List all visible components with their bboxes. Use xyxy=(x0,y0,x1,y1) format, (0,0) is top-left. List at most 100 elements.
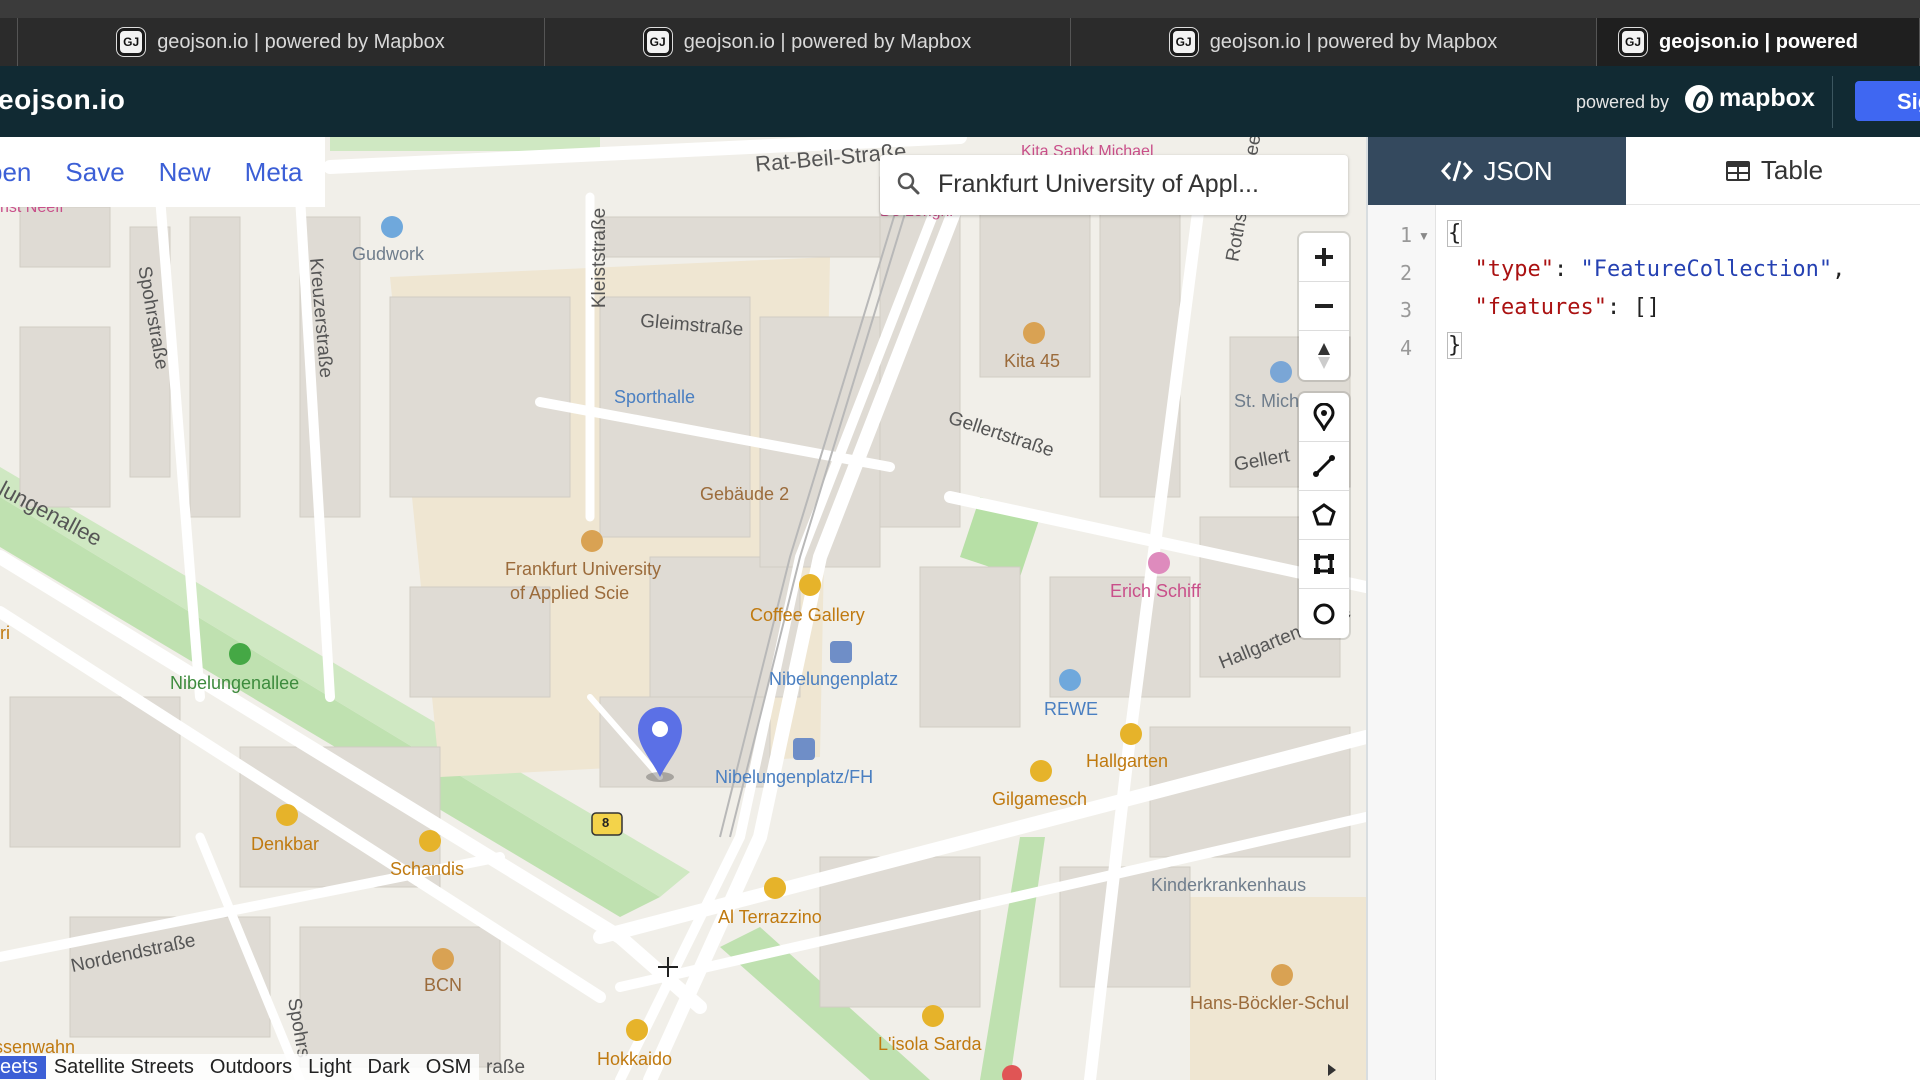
tab-json[interactable]: JSON xyxy=(1368,137,1626,205)
tab-json-label: JSON xyxy=(1483,155,1553,186)
json-value: [] xyxy=(1633,295,1660,320)
sign-in-button[interactable]: Sign xyxy=(1855,81,1920,121)
line-number: 1 xyxy=(1399,223,1412,247)
basemap-style-switcher: eets Satellite Streets Outdoors Light Da… xyxy=(0,1054,480,1080)
geojson-favicon-icon: GJ xyxy=(1619,28,1647,56)
tab-title: geojson.io | powered by Mapbox xyxy=(1209,30,1498,53)
line-number: 2 xyxy=(1399,261,1412,285)
zoom-in-button[interactable] xyxy=(1299,233,1349,282)
street-label: Kleiststraße xyxy=(589,207,611,309)
mapbox-logo[interactable]: mapbox xyxy=(1685,84,1815,113)
marker-icon xyxy=(1313,403,1335,431)
tab-title: geojson.io | powered xyxy=(1659,30,1858,53)
mapbox-wordmark: mapbox xyxy=(1719,84,1815,112)
map-label: Sporthalle xyxy=(614,387,696,407)
line-number-gutter: 1 ▼ 2 3 4 xyxy=(1368,205,1436,1080)
json-key: "type" xyxy=(1474,257,1554,282)
map-label: Gudwork xyxy=(352,244,425,264)
collapse-arrow-icon[interactable] xyxy=(1326,1063,1338,1077)
map-label: Gilgamesch xyxy=(992,789,1088,809)
map-label: Gebäude 2 xyxy=(700,484,790,504)
browser-tab-strip: GJ geojson.io | powered by Mapbox GJ geo… xyxy=(0,0,1920,66)
style-dark[interactable]: Dark xyxy=(360,1056,418,1079)
open-menu-item[interactable]: pen xyxy=(0,157,31,188)
tab-table[interactable]: Table xyxy=(1626,137,1920,205)
map-label: St. Mich xyxy=(1234,391,1300,411)
tabstrip-top xyxy=(0,0,1920,18)
fold-arrow-icon[interactable]: ▼ xyxy=(1418,229,1430,243)
draw-rectangle-button[interactable] xyxy=(1299,540,1349,589)
map-label: Erich Schiff xyxy=(1110,581,1201,601)
code-icon xyxy=(1441,160,1474,182)
map-label: Coffee Gallery xyxy=(750,605,865,625)
browser-tab-3[interactable]: GJ geojson.io | powered by Mapbox xyxy=(1071,18,1597,66)
zoom-controls xyxy=(1299,233,1349,380)
meta-menu-item[interactable]: Meta xyxy=(245,157,303,188)
table-icon xyxy=(1725,160,1750,181)
code-line-4[interactable]: } xyxy=(1446,332,1463,359)
search-input[interactable] xyxy=(938,164,1328,204)
browser-tab-1[interactable]: GJ geojson.io | powered by Mapbox xyxy=(18,18,545,66)
draw-marker-button[interactable] xyxy=(1299,393,1349,442)
map-label: BCN xyxy=(424,975,463,995)
map-label: REWE xyxy=(1044,699,1098,719)
powered-by-label: powered by xyxy=(1576,92,1670,112)
minus-icon xyxy=(1315,304,1333,308)
tab-title: geojson.io | powered by Mapbox xyxy=(157,30,445,53)
close-brace: } xyxy=(1446,332,1463,359)
style-satellite-streets[interactable]: Satellite Streets xyxy=(46,1056,202,1079)
zoom-out-button[interactable] xyxy=(1299,282,1349,331)
line-number: 4 xyxy=(1399,336,1412,360)
map-label: Nibelungenplatz xyxy=(769,669,899,689)
style-streets[interactable]: eets xyxy=(0,1055,46,1079)
code-line-1[interactable]: { xyxy=(1446,220,1463,247)
style-osm[interactable]: OSM xyxy=(418,1056,480,1079)
draw-toolbar xyxy=(1299,393,1349,638)
style-outdoors[interactable]: Outdoors xyxy=(202,1056,300,1079)
code-line-2[interactable]: "type": "FeatureCollection", xyxy=(1448,257,1846,282)
geocoder-search xyxy=(880,155,1348,215)
tab-partial[interactable] xyxy=(0,18,18,66)
editor-panel: JSON Table 1 ▼ 2 3 4 { "type": "FeatureC… xyxy=(1366,137,1920,1080)
geojson-favicon-icon: GJ xyxy=(1169,28,1198,56)
map-label: Hans-Böckler-Schul xyxy=(1190,993,1350,1013)
tab-table-label: Table xyxy=(1760,155,1824,185)
compass-icon xyxy=(1318,342,1330,369)
route-shield: 8 xyxy=(602,815,610,830)
json-value: "FeatureCollection" xyxy=(1580,257,1833,282)
map-label: Hokkaido xyxy=(597,1049,673,1069)
map-label: Denkbar xyxy=(251,834,320,854)
compass-button[interactable] xyxy=(1299,331,1349,380)
plus-icon xyxy=(1315,248,1333,266)
browser-tab-active[interactable]: GJ geojson.io | powered xyxy=(1597,18,1920,66)
map-label: of Applied Scie xyxy=(510,583,630,603)
mapbox-mark-icon xyxy=(1685,84,1713,113)
map-canvas[interactable]: nst Neeff Gudwork Rat-Beil-Straße Kita S… xyxy=(0,137,1366,1080)
map-label: Al Terrazzino xyxy=(718,907,822,927)
draw-circle-button[interactable] xyxy=(1299,589,1349,638)
line-icon xyxy=(1313,455,1335,477)
circle-icon xyxy=(1313,603,1335,624)
map-label: Hallgarten xyxy=(1086,751,1169,771)
style-light[interactable]: Light xyxy=(300,1056,359,1079)
polygon-icon xyxy=(1312,503,1336,526)
browser-tab-2[interactable]: GJ geojson.io | powered by Mapbox xyxy=(545,18,1071,66)
draw-polygon-button[interactable] xyxy=(1299,491,1349,540)
map-base-layer xyxy=(0,137,1366,1080)
draw-line-button[interactable] xyxy=(1299,442,1349,491)
street-label: raße xyxy=(486,1057,526,1078)
geojson-favicon-icon: GJ xyxy=(643,28,672,56)
code-line-3[interactable]: "features": [] xyxy=(1448,295,1660,320)
app-header: eojson.io powered by mapbox Sign xyxy=(0,66,1920,137)
map-label: ri xyxy=(0,623,10,643)
map-label: L'isola Sarda xyxy=(878,1034,982,1054)
map-label: Frankfurt University xyxy=(505,559,662,579)
file-menu: pen Save New Meta xyxy=(0,137,325,207)
new-menu-item[interactable]: New xyxy=(159,157,211,188)
rectangle-icon xyxy=(1314,554,1334,574)
save-menu-item[interactable]: Save xyxy=(65,157,124,188)
map-label: Schandis xyxy=(390,859,465,879)
line-number: 3 xyxy=(1399,298,1412,322)
search-icon xyxy=(897,172,920,195)
json-key: "features" xyxy=(1474,295,1607,320)
